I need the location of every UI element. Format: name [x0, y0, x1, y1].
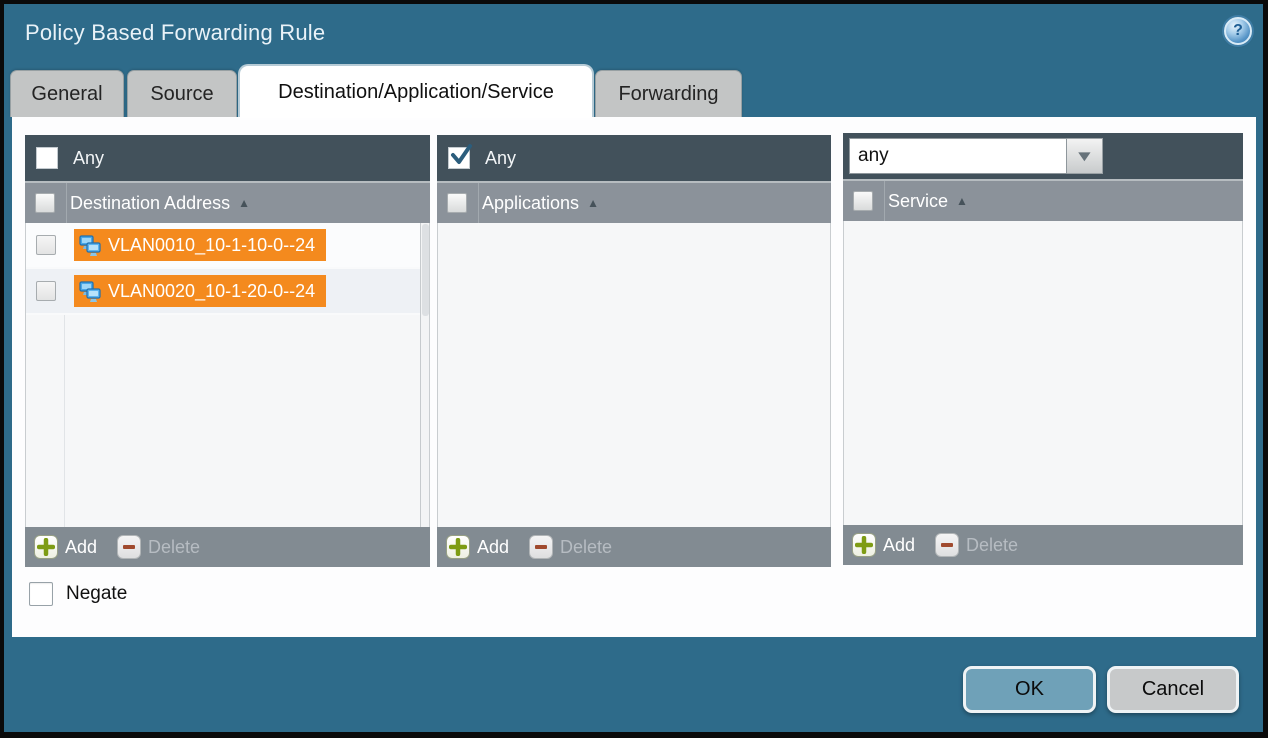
delete-minus-icon: [529, 535, 553, 559]
sort-asc-icon[interactable]: ▲: [587, 197, 599, 209]
address-object-label: VLAN0010_10-1-10-0--24: [108, 235, 315, 256]
network-address-icon: [78, 233, 102, 257]
add-plus-icon: [852, 533, 876, 557]
sort-asc-icon[interactable]: ▲: [956, 195, 968, 207]
add-label: Add: [65, 537, 97, 558]
add-button[interactable]: Add: [446, 535, 509, 559]
help-icon-glyph: ?: [1233, 23, 1243, 39]
address-object-label: VLAN0020_10-1-20-0--24: [108, 281, 315, 302]
delete-minus-icon: [935, 533, 959, 557]
destination-toolbar: Add Delete: [25, 527, 430, 567]
sort-asc-icon[interactable]: ▲: [238, 197, 250, 209]
service-column-label: Service: [888, 191, 948, 212]
delete-label: Delete: [966, 535, 1018, 556]
destination-panel: Any Destination Address ▲: [25, 135, 430, 567]
applications-panel: Any Applications ▲: [437, 135, 831, 567]
applications-column-label: Applications: [482, 193, 579, 214]
delete-minus-icon: [117, 535, 141, 559]
service-any-header: any ▼: [843, 133, 1243, 179]
tab-general[interactable]: General: [10, 70, 124, 117]
delete-label: Delete: [148, 537, 200, 558]
address-object-chip[interactable]: VLAN0010_10-1-10-0--24: [74, 229, 326, 261]
network-address-icon: [78, 279, 102, 303]
destination-list: VLAN0010_10-1-10-0--24 VLAN002: [25, 223, 430, 527]
column-divider: [66, 183, 67, 223]
applications-any-header: Any: [437, 135, 831, 181]
applications-any-checkbox[interactable]: [448, 147, 470, 169]
cancel-button[interactable]: Cancel: [1107, 666, 1239, 713]
applications-list: [437, 223, 831, 527]
service-panel: any ▼ Service ▲: [843, 133, 1243, 565]
add-plus-icon: [446, 535, 470, 559]
tab-content: Any Destination Address ▲: [12, 117, 1256, 637]
destination-any-checkbox[interactable]: [36, 147, 58, 169]
negate-checkbox[interactable]: [29, 582, 53, 606]
column-divider: [884, 181, 885, 221]
tab-source[interactable]: Source: [127, 70, 237, 117]
service-toolbar: Add Delete: [843, 525, 1243, 565]
row-checkbox[interactable]: [36, 235, 56, 255]
policy-forwarding-dialog: Policy Based Forwarding Rule ? General S…: [4, 4, 1263, 732]
table-row[interactable]: VLAN0010_10-1-10-0--24: [26, 223, 429, 269]
applications-column-header[interactable]: Applications ▲: [437, 181, 831, 223]
destination-column-label: Destination Address: [70, 193, 230, 214]
destination-any-header: Any: [25, 135, 430, 181]
add-label: Add: [883, 535, 915, 556]
ok-button[interactable]: OK: [963, 666, 1096, 713]
row-checkbox[interactable]: [36, 281, 56, 301]
add-plus-icon: [34, 535, 58, 559]
checkmark-icon: [448, 142, 474, 168]
destination-any-label: Any: [73, 148, 104, 169]
service-column-header[interactable]: Service ▲: [843, 179, 1243, 221]
column-divider: [478, 183, 479, 223]
applications-select-all-checkbox[interactable]: [447, 193, 467, 213]
destination-select-all-checkbox[interactable]: [35, 193, 55, 213]
applications-toolbar: Add Delete: [437, 527, 831, 567]
service-list: [843, 221, 1243, 525]
negate-option: Negate: [29, 582, 127, 606]
service-select-all-checkbox[interactable]: [853, 191, 873, 211]
help-icon[interactable]: ?: [1224, 17, 1252, 45]
service-dropdown[interactable]: any ▼: [849, 138, 1103, 174]
chevron-down-icon: ▼: [1074, 149, 1095, 164]
add-label: Add: [477, 537, 509, 558]
delete-button[interactable]: Delete: [529, 535, 612, 559]
add-button[interactable]: Add: [852, 533, 915, 557]
delete-label: Delete: [560, 537, 612, 558]
negate-label: Negate: [66, 583, 127, 605]
service-dropdown-value[interactable]: any: [849, 138, 1067, 174]
dialog-title: Policy Based Forwarding Rule: [25, 20, 325, 46]
add-button[interactable]: Add: [34, 535, 97, 559]
delete-button[interactable]: Delete: [117, 535, 200, 559]
address-object-chip[interactable]: VLAN0020_10-1-20-0--24: [74, 275, 326, 307]
scrollbar-thumb[interactable]: [422, 224, 429, 316]
applications-any-label: Any: [485, 148, 516, 169]
vertical-scrollbar[interactable]: [420, 223, 429, 527]
destination-column-header[interactable]: Destination Address ▲: [25, 181, 430, 223]
tab-destination-application-service[interactable]: Destination/Application/Service: [240, 66, 592, 118]
delete-button[interactable]: Delete: [935, 533, 1018, 557]
table-row[interactable]: VLAN0020_10-1-20-0--24: [26, 269, 429, 315]
service-dropdown-button[interactable]: ▼: [1067, 138, 1103, 174]
tab-forwarding[interactable]: Forwarding: [595, 70, 742, 117]
